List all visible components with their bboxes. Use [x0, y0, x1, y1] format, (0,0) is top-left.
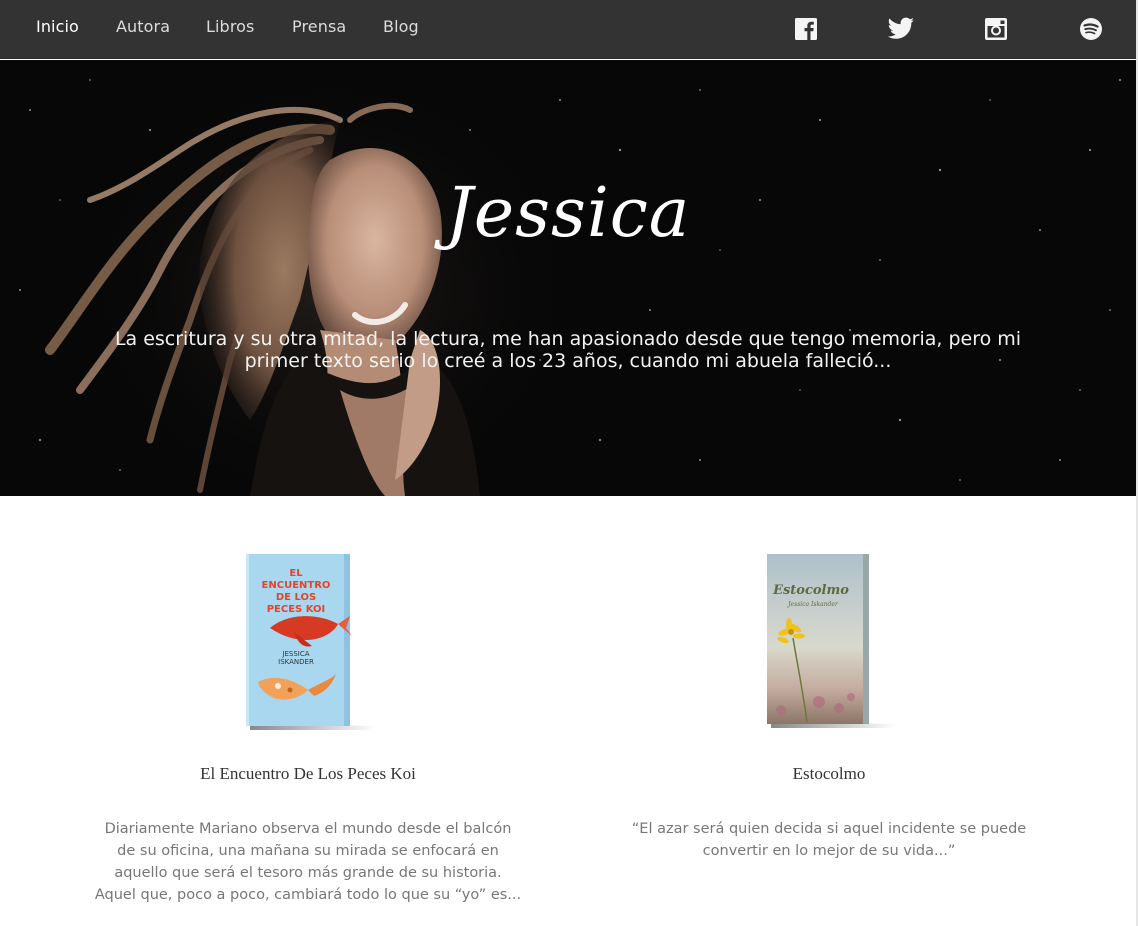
- book-title-estocolmo[interactable]: Estocolmo: [609, 764, 1049, 784]
- nav-link-autora[interactable]: Autora: [116, 17, 170, 36]
- book-description-estocolmo: “El azar será quien decida si aquel inci…: [631, 821, 1027, 859]
- hero-title: Jessica: [445, 174, 691, 253]
- top-navbar: Inicio Autora Libros Prensa Blog: [0, 0, 1136, 59]
- nav-link-blog[interactable]: Blog: [383, 17, 419, 36]
- author-portrait-image: [0, 60, 1136, 496]
- book-title-koi[interactable]: El Encuentro De Los Peces Koi: [88, 764, 528, 784]
- facebook-icon[interactable]: [794, 17, 818, 41]
- twitter-icon[interactable]: [887, 17, 915, 41]
- cover-author-line-1: JESSICA: [281, 650, 309, 658]
- hero-banner: Jessica La escritura y su otra mitad, la…: [0, 60, 1136, 496]
- book-cover-koi-image[interactable]: EL ENCUENTRO DE LOS PECES KOI JESSICA IS…: [238, 552, 378, 734]
- book-cover-estocolmo-image[interactable]: Estocolmo Jessica Iskander: [759, 552, 899, 734]
- cover-title-line-2: ENCUENTRO: [262, 580, 331, 591]
- cover-title-estocolmo: Estocolmo: [772, 583, 849, 598]
- spotify-icon[interactable]: [1079, 17, 1103, 41]
- instagram-icon[interactable]: [984, 17, 1008, 41]
- cover-title-line-3: DE LOS: [276, 592, 316, 603]
- nav-link-inicio[interactable]: Inicio: [36, 17, 79, 36]
- nav-link-prensa[interactable]: Prensa: [292, 17, 346, 36]
- nav-link-libros[interactable]: Libros: [206, 17, 254, 36]
- cover-title-line-4: PECES KOI: [267, 604, 326, 615]
- cover-title-line-1: EL: [289, 568, 303, 579]
- cover-author-estocolmo: Jessica Iskander: [786, 601, 839, 608]
- book-description-koi: Diariamente Mariano observa el mundo des…: [94, 821, 522, 903]
- hero-intro-text: La escritura y su otra mitad, la lectura…: [114, 328, 1022, 372]
- cover-author-line-2: ISKANDER: [278, 658, 314, 666]
